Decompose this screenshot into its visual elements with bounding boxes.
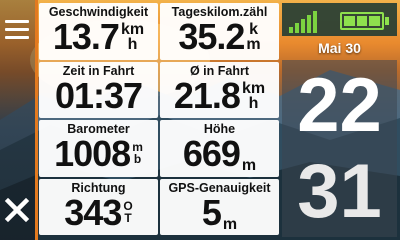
unit-bottom: b (133, 152, 142, 166)
battery-tip (385, 17, 389, 25)
field-value: 343 (64, 191, 122, 233)
unit-bottom: m (246, 36, 261, 53)
menu-line (5, 28, 29, 31)
field-value: 1008 (54, 133, 131, 174)
signal-bar (313, 11, 317, 33)
unit-bottom: T (124, 210, 132, 225)
menu-line (5, 36, 29, 39)
signal-bar (307, 15, 311, 33)
clock-hour: 22 (297, 63, 382, 148)
unit-top: km (241, 79, 266, 97)
unit-bottom: m (222, 215, 238, 233)
date-label: Mai 30 (318, 40, 361, 56)
unit-bottom: h (248, 94, 259, 112)
battery-segment (369, 16, 381, 26)
field-heading[interactable]: Richtung 343 OT (39, 178, 158, 235)
field-value: 669 (182, 133, 241, 174)
field-value: 21.8 (173, 74, 241, 116)
unit-bottom: m (241, 157, 257, 174)
data-fields-grid: Geschwindigkeit 13.7 km h Tageskilom.zähl… (39, 3, 279, 237)
unit-bottom: h (127, 36, 138, 53)
battery-segment (356, 16, 368, 26)
field-value: 35.2 (178, 16, 245, 57)
field-moving-time[interactable]: Zeit in Fahrt 01:37 (39, 61, 158, 118)
signal-bar (295, 23, 299, 33)
menu-line (5, 20, 29, 23)
status-bar[interactable] (282, 3, 397, 36)
close-icon[interactable] (4, 197, 30, 223)
field-barometer[interactable]: Barometer 1008 mb (39, 120, 158, 177)
field-trip-odometer[interactable]: Tageskilom.zähl 35.2 km (160, 3, 279, 60)
clock-panel: 22 31 (282, 60, 397, 237)
field-elevation[interactable]: Höhe 669 m (160, 120, 279, 177)
signal-bar (289, 27, 293, 33)
signal-bar (301, 19, 305, 33)
unit-top: O (123, 198, 133, 213)
field-value: 5 (201, 191, 222, 233)
unit-top: km (120, 21, 145, 38)
field-value: 13.7 (52, 16, 120, 57)
field-moving-average[interactable]: Ø in Fahrt 21.8 km h (160, 61, 279, 118)
accent-divider (35, 0, 38, 240)
close-glyph (4, 197, 30, 223)
menu-icon[interactable] (5, 20, 29, 40)
clock-minute: 31 (297, 149, 382, 234)
battery-icon (340, 12, 384, 30)
battery-segment (344, 16, 355, 26)
field-value: 01:37 (54, 74, 143, 116)
field-speed[interactable]: Geschwindigkeit 13.7 km h (39, 3, 158, 60)
signal-icon (289, 11, 317, 33)
field-gps-accuracy[interactable]: GPS-Genauigkeit 5 m (160, 178, 279, 235)
unit-top: k (249, 21, 258, 38)
